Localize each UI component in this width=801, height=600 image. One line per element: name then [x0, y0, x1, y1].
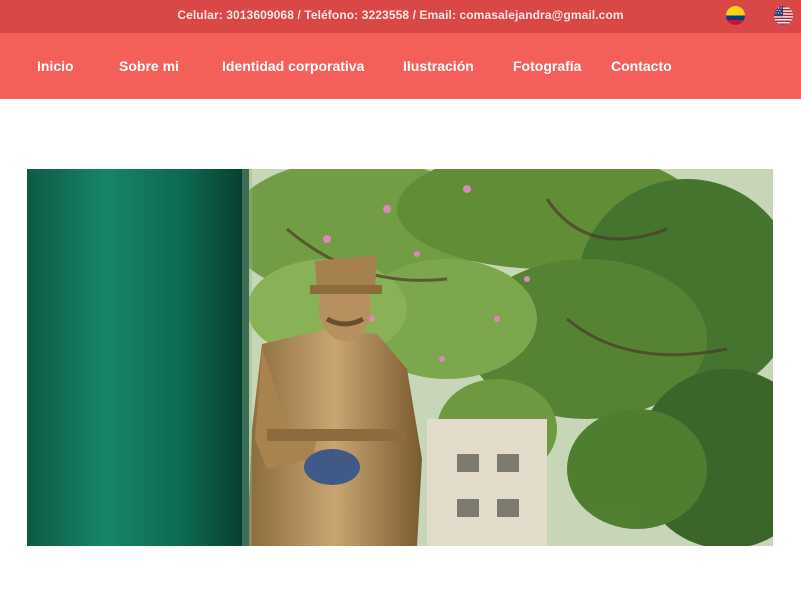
colombia-flag-icon[interactable] — [726, 6, 745, 25]
nav-item-fotografia[interactable]: Fotografía — [513, 33, 581, 99]
contact-info-text: Celular: 3013609068 / Teléfono: 3223558 … — [177, 8, 624, 22]
main-navigation: Inicio Sobre mi Identidad corporativa Il… — [0, 33, 801, 99]
nav-item-contacto[interactable]: Contacto — [611, 33, 672, 99]
nav-item-identidad-corporativa[interactable]: Identidad corporativa — [222, 33, 364, 99]
nav-item-inicio[interactable]: Inicio — [37, 33, 74, 99]
nav-item-sobre-mi[interactable]: Sobre mi — [119, 33, 179, 99]
top-contact-bar: Celular: 3013609068 / Teléfono: 3223558 … — [0, 0, 801, 33]
usa-flag-icon[interactable] — [774, 6, 793, 25]
nav-item-ilustracion[interactable]: Ilustración — [403, 33, 474, 99]
hero-photo — [27, 169, 773, 546]
